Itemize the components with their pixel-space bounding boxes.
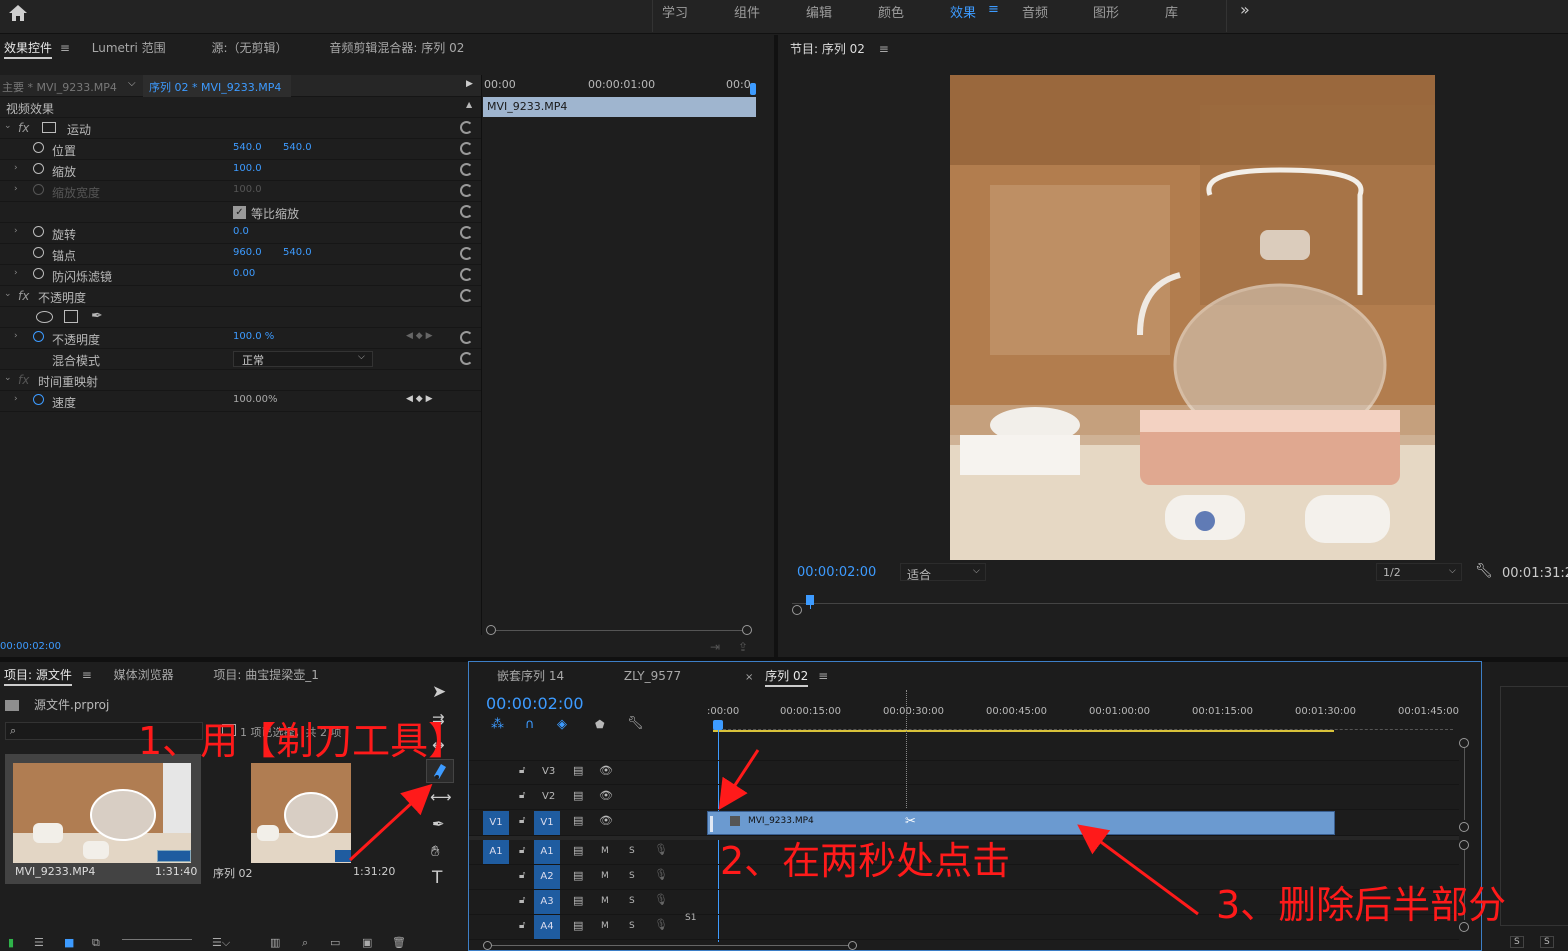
annotation-arrows xyxy=(348,749,1199,916)
annotation-step3: 3、删除后半部分 xyxy=(1216,883,1507,927)
annotation-step2: 2、在两秒处点击 xyxy=(720,839,1011,883)
annotation-step1: 1、用【剃刀工具】 xyxy=(138,719,467,763)
